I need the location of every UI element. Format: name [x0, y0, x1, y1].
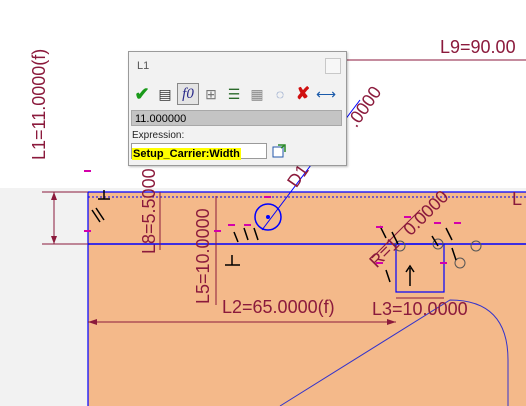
- table-icon[interactable]: ▦: [246, 83, 268, 105]
- dimension-edit-dialog[interactable]: L1 ✔ ▤ f0 ⊞ ☰ ▦ ◌ ✘ ⟷ 11.000000 Expressi…: [128, 51, 347, 166]
- constraint-dot: [214, 230, 221, 232]
- constraint-dot: [264, 196, 271, 198]
- constraint-dot: [244, 224, 251, 226]
- dim-l5[interactable]: L5=10.0000: [193, 208, 213, 304]
- dim-l9[interactable]: L9=90.00: [440, 38, 516, 56]
- dim-l8[interactable]: L8=5.5000: [139, 168, 159, 254]
- constraint-dot: [84, 230, 91, 232]
- dimension-icon[interactable]: ⟷: [315, 83, 337, 105]
- hole-center: [266, 215, 270, 219]
- dim-l1[interactable]: L1=11.0000(f): [29, 49, 49, 160]
- dimension-value-field[interactable]: 11.000000: [131, 110, 342, 126]
- function-icon[interactable]: f0: [177, 83, 199, 105]
- dim-l3[interactable]: L3=10.0000: [372, 300, 468, 318]
- measure-icon[interactable]: ⊞: [200, 83, 222, 105]
- constraint-dot: [84, 170, 91, 172]
- expression-label: Expression:: [132, 130, 185, 141]
- accept-check-icon[interactable]: ✔: [131, 83, 153, 105]
- dim-l2[interactable]: L2=65.0000(f): [222, 298, 335, 316]
- constraint-dot: [454, 222, 461, 224]
- dialog-toolbar: ✔ ▤ f0 ⊞ ☰ ▦ ◌ ✘ ⟷: [131, 83, 337, 107]
- cancel-x-icon[interactable]: ✘: [292, 83, 314, 105]
- constraint-dot: [376, 226, 383, 228]
- parameters-icon[interactable]: ▤: [154, 83, 176, 105]
- constraint-dot: [228, 224, 235, 226]
- expression-text: Setup_Carrier:Width: [132, 148, 241, 160]
- dialog-title: L1: [137, 60, 150, 72]
- expression-insert-icon[interactable]: [270, 143, 288, 159]
- constraint-dot: [440, 262, 447, 264]
- expression-input[interactable]: Setup_Carrier:Width: [131, 143, 267, 160]
- reference-icon[interactable]: ◌: [269, 83, 291, 105]
- dialog-close-button[interactable]: [325, 58, 341, 74]
- dim-l-partial[interactable]: L: [512, 190, 522, 208]
- constraint-dot: [434, 222, 441, 224]
- list-icon[interactable]: ☰: [223, 83, 245, 105]
